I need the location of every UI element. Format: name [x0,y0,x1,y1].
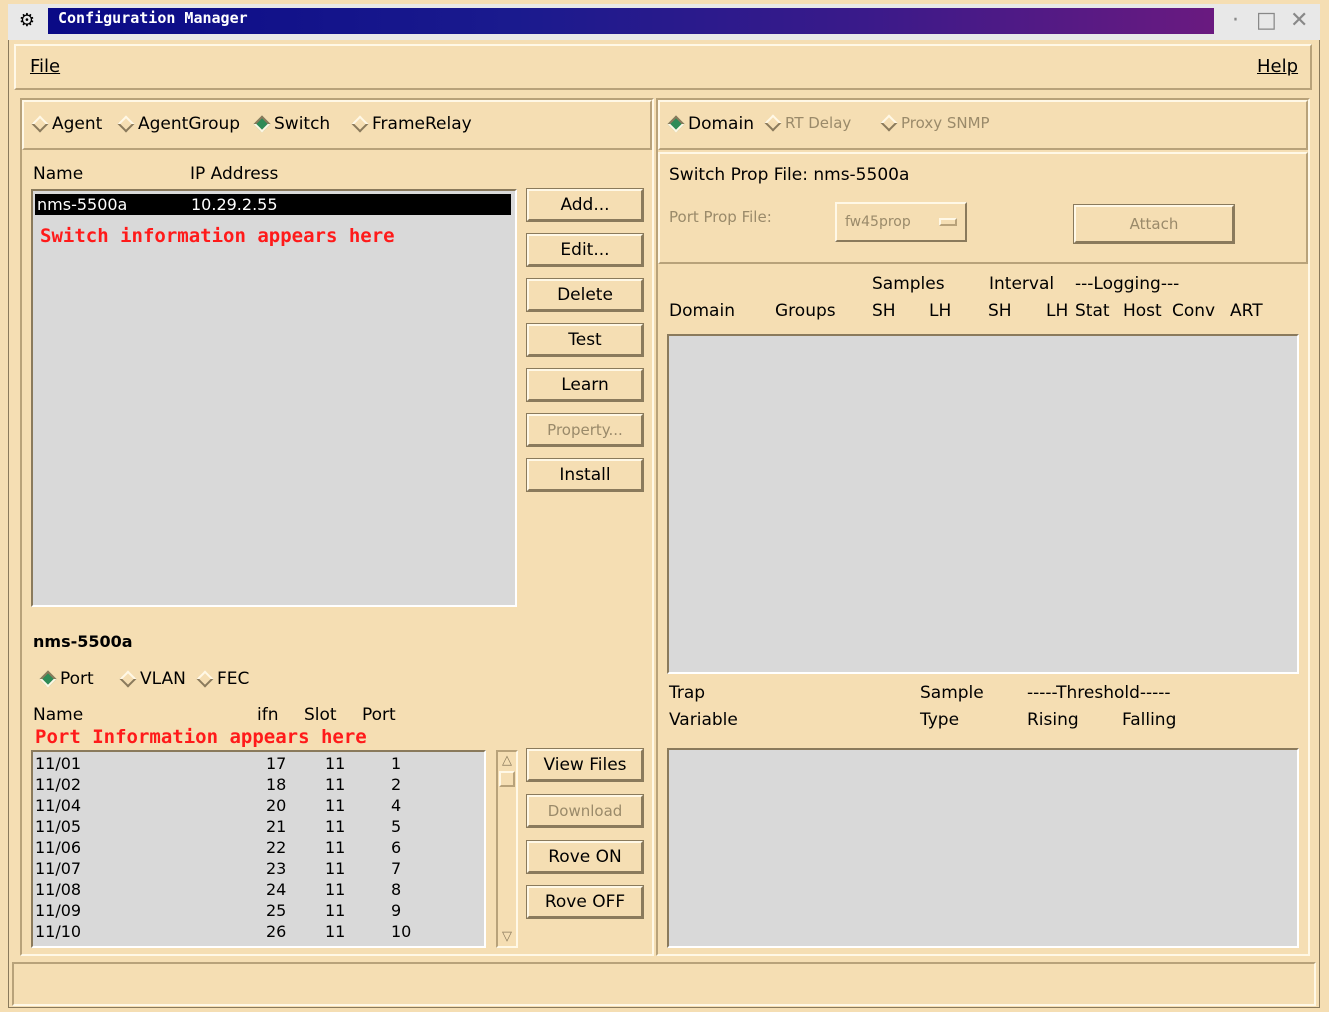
col-header-stat: Stat [1075,301,1110,321]
menu-file[interactable]: File [30,56,60,77]
radio-icon [119,670,137,688]
tab-framerelay[interactable]: FrameRelay [351,114,472,134]
add-button[interactable]: Add... [526,188,644,222]
test-button[interactable]: Test [526,323,644,357]
col-header-name: Name [33,164,84,184]
col-header-art: ART [1230,301,1263,321]
table-row[interactable]: 11/01 17 11 1 [35,753,480,774]
scroll-thumb[interactable] [499,771,515,787]
col-header-conv: Conv [1172,301,1216,321]
radio-selected-icon [39,670,57,688]
radio-icon [764,114,782,132]
window-title: Configuration Manager [58,9,248,27]
radio-selected-icon [253,115,271,133]
radio-icon [880,114,898,132]
tab-proxy-snmp[interactable]: Proxy SNMP [880,114,990,132]
col-header-falling: Falling [1122,710,1177,730]
window-menu-icon[interactable]: ⚙ [14,8,40,34]
tab-domain[interactable]: Domain [667,114,754,134]
switch-row[interactable]: nms-5500a 10.29.2.55 [35,194,511,215]
menu-help[interactable]: Help [1257,56,1298,77]
close-icon[interactable]: ✕ [1290,8,1308,34]
switch-prop-file: Switch Prop File: nms-5500a [669,165,910,185]
trap-list[interactable] [667,748,1299,948]
table-row[interactable]: 11/08 24 11 8 [35,879,480,900]
header-threshold: -----Threshold----- [1027,683,1171,703]
col-header-sample: Sample [920,683,984,703]
header-samples: Samples [872,274,945,294]
maximize-icon[interactable]: □ [1256,8,1277,34]
domain-list[interactable] [667,334,1299,674]
minimize-icon[interactable]: · [1232,8,1239,34]
menu-bar [14,44,1312,90]
left-tab-strip [22,100,652,150]
col-header-samples-sh: SH [872,301,896,321]
col-header-samples-lh: LH [929,301,952,321]
col-header-groups: Groups [775,301,836,321]
col-header-domain: Domain [669,301,735,321]
table-row[interactable]: 11/10 26 11 10 [35,921,480,942]
edit-button[interactable]: Edit... [526,233,644,267]
col-header-ifn: ifn [257,705,279,725]
attach-button[interactable]: Attach [1073,204,1235,244]
rove-on-button[interactable]: Rove ON [526,840,644,874]
header-interval: Interval [989,274,1055,294]
radio-icon [196,670,214,688]
table-row[interactable]: 11/02 18 11 2 [35,774,480,795]
col-header-port-name: Name [33,705,84,725]
tab-switch[interactable]: Switch [253,114,330,134]
port-prop-dropdown[interactable]: fw45prop [835,202,967,242]
switch-annotation: Switch information appears here [40,225,395,247]
tab-agentgroup[interactable]: AgentGroup [117,114,240,134]
port-prop-label: Port Prop File: [669,208,772,226]
port-annotation: Port Information appears here [35,726,367,748]
table-row[interactable]: 11/04 20 11 4 [35,795,480,816]
tab-agent[interactable]: Agent [31,114,102,134]
property-button[interactable]: Property... [526,413,644,447]
col-header-port: Port [362,705,396,725]
radio-icon [117,115,135,133]
tab-rt-delay[interactable]: RT Delay [764,114,851,132]
col-header-interval-sh: SH [988,301,1012,321]
header-logging: ---Logging--- [1075,274,1180,294]
col-header-interval-lh: LH [1046,301,1069,321]
download-button[interactable]: Download [526,794,644,828]
status-bar [12,962,1316,1006]
rove-off-button[interactable]: Rove OFF [526,885,644,919]
col-header-rising: Rising [1027,710,1079,730]
install-button[interactable]: Install [526,458,644,492]
table-row[interactable]: 11/09 25 11 9 [35,900,480,921]
col-header-variable: Variable [669,710,738,730]
col-header-type: Type [920,710,960,730]
radio-selected-icon [667,115,685,133]
switch-list[interactable] [31,189,517,607]
selected-switch-label: nms-5500a [33,632,133,651]
col-header-trap: Trap [669,683,706,703]
col-header-host: Host [1123,301,1162,321]
table-row[interactable]: 11/07 23 11 7 [35,858,480,879]
view-files-button[interactable]: View Files [526,748,644,782]
scroll-down-icon[interactable]: ▽ [498,928,516,946]
radio-icon [31,115,49,133]
radio-icon [351,115,369,133]
dropdown-indicator-icon [939,218,957,226]
learn-button[interactable]: Learn [526,368,644,402]
col-header-slot: Slot [304,705,337,725]
table-row[interactable]: 11/06 22 11 6 [35,837,480,858]
col-header-ip: IP Address [190,164,279,184]
scroll-up-icon[interactable]: △ [498,752,516,770]
tab-fec[interactable]: FEC [196,669,249,689]
delete-button[interactable]: Delete [526,278,644,312]
table-row[interactable]: 11/05 21 11 5 [35,816,480,837]
tab-vlan[interactable]: VLAN [119,669,186,689]
tab-port[interactable]: Port [39,669,94,689]
